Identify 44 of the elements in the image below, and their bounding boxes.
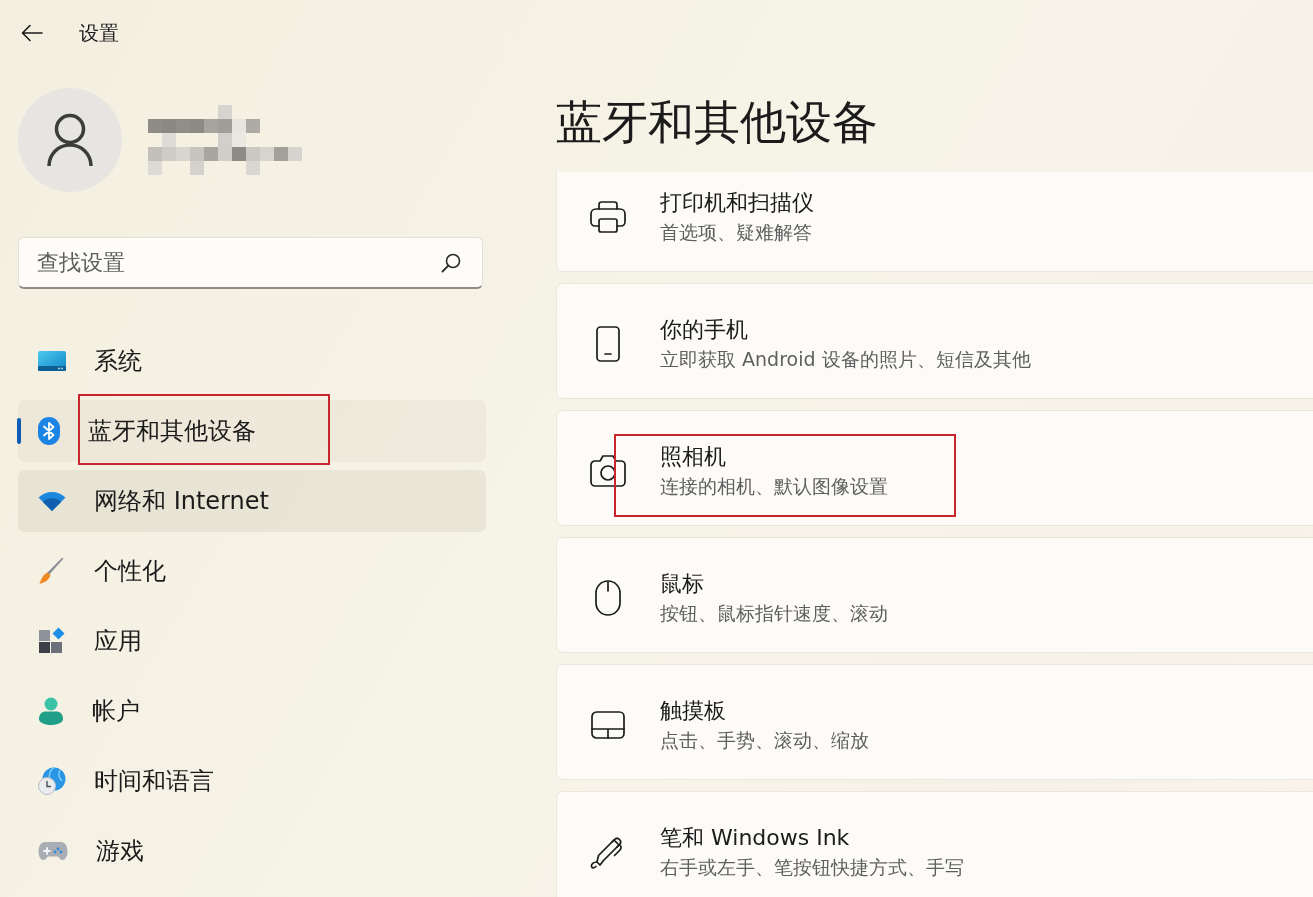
card-title: 笔和 Windows Ink [660, 824, 851, 852]
globe-clock-icon [38, 767, 66, 795]
settings-card[interactable]: 打印机和扫描仪 首选项、疑难解答 [556, 172, 1313, 272]
camera-icon [590, 455, 626, 487]
settings-card[interactable]: 照相机 连接的相机、默认图像设置 [556, 410, 1313, 526]
search-field[interactable]: 查找设置 [18, 237, 483, 289]
sidebar-item[interactable]: 网络和 Internet [18, 470, 486, 532]
touchpad-icon [591, 711, 625, 739]
printer-icon [590, 201, 626, 233]
apps-icon [38, 627, 66, 655]
card-title: 照相机 [660, 443, 727, 471]
card-subtitle: 点击、手势、滚动、缩放 [660, 728, 869, 753]
card-subtitle: 右手或左手、笔按钮快捷方式、手写 [660, 855, 964, 880]
sidebar-item[interactable]: 游戏 [18, 820, 486, 882]
phone-icon [596, 326, 620, 362]
card-subtitle: 立即获取 Android 设备的照片、短信及其他 [660, 347, 1031, 372]
settings-card[interactable]: 鼠标 按钮、鼠标指针速度、滚动 [556, 537, 1313, 653]
card-title: 鼠标 [660, 570, 705, 598]
card-subtitle: 按钮、鼠标指针速度、滚动 [660, 601, 888, 626]
card-title: 打印机和扫描仪 [660, 189, 814, 217]
sidebar-item[interactable]: 系统 [18, 330, 486, 392]
sidebar-item[interactable]: 应用 [18, 610, 486, 672]
paintbrush-icon [38, 557, 66, 585]
sidebar-item[interactable]: 帐户 [18, 680, 486, 742]
card-title: 触摸板 [660, 697, 727, 725]
page-title: 蓝牙和其他设备 [556, 94, 879, 150]
monitor-icon [38, 351, 66, 371]
card-subtitle: 连接的相机、默认图像设置 [660, 474, 888, 499]
bluetooth-icon [38, 417, 60, 445]
sidebar-item[interactable]: 个性化 [18, 540, 486, 602]
search-icon [441, 253, 461, 273]
sidebar-item[interactable]: 时间和语言 [18, 750, 486, 812]
settings-card[interactable]: 笔和 Windows Ink 右手或左手、笔按钮快捷方式、手写 [556, 791, 1313, 897]
card-title: 你的手机 [660, 316, 749, 344]
person-icon [46, 113, 94, 167]
settings-card[interactable]: 你的手机 立即获取 Android 设备的照片、短信及其他 [556, 283, 1313, 399]
settings-card[interactable]: 触摸板 点击、手势、滚动、缩放 [556, 664, 1313, 780]
gamepad-icon [38, 841, 68, 861]
wifi-icon [38, 491, 66, 511]
person-icon [38, 697, 64, 725]
window-title: 设置 [79, 19, 119, 47]
card-subtitle: 首选项、疑难解答 [660, 220, 813, 245]
mouse-icon [595, 580, 621, 616]
back-arrow-icon [21, 24, 43, 42]
